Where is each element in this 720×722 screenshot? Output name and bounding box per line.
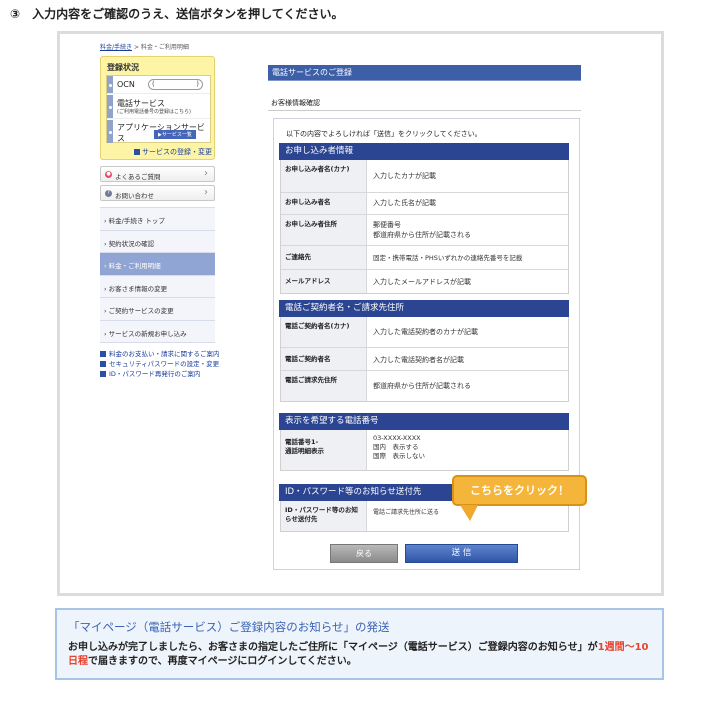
table-row: 電話ご契約者名(カナ) 入力した電話契約者のカナが記載 xyxy=(281,317,568,348)
send-button[interactable]: 送 信 xyxy=(405,544,518,563)
side-link-security-password[interactable]: セキュリティパスワードの設定・変更 xyxy=(100,360,220,369)
table-row: 電話ご契約者名 入力した電話契約者名が記載 xyxy=(281,348,568,371)
notice-box: 「マイページ（電話サービス）ご登録内容のお知らせ」の発送 お申し込みが完了しまし… xyxy=(55,608,664,680)
contact-button[interactable]: ? お問い合わせ › xyxy=(100,185,215,201)
service-register-link[interactable]: サービスの登録・変更 xyxy=(134,147,212,157)
phone-service-register-link[interactable]: (ご利用電話番号の登録はこちら) xyxy=(117,108,191,115)
nav-item-customer-info[interactable]: › お客さま情報の変更 xyxy=(100,275,215,298)
display-number-table: 電話番号1- 通話明細表示 03-XXXX-XXXX 国内 表示する 国際 表示し… xyxy=(280,430,569,471)
ocn-id-field: ( ) xyxy=(148,79,203,90)
nav-item-service-change[interactable]: › ご契約サービスの変更 xyxy=(100,298,215,321)
nav-item-contract-status[interactable]: › 契約状況の確認 xyxy=(100,230,215,253)
breadcrumb-separator: > xyxy=(133,44,139,51)
intro-text: 以下の内容でよろしければ「送信」をクリックしてください。 xyxy=(286,130,482,138)
section-subtitle: お客様情報確認 xyxy=(271,99,320,107)
side-links: 料金のお支払い・請求に関するご案内 セキュリティパスワードの設定・変更 ID・パ… xyxy=(100,350,220,380)
registration-status-title: 登録状況 xyxy=(107,63,139,72)
arrow-square-icon xyxy=(100,371,106,377)
applicant-table: お申し込み者名(カナ) 入力したカナが記載 お申し込み者名 入力した氏名が記載 お申… xyxy=(280,160,569,294)
chevron-right-icon: › xyxy=(204,187,208,198)
faq-button[interactable]: ● よくあるご質問 › xyxy=(100,166,215,182)
section-heading-applicant: お申し込み者情報 xyxy=(279,143,569,160)
question-icon: ? xyxy=(105,190,112,197)
registration-status-box: 登録状況 OCN ( ) 電話サービス (ご利用電話番号の登録はこちら) アプリ… xyxy=(100,56,215,160)
faq-icon: ● xyxy=(105,171,112,178)
table-row: お申し込み者名(カナ) 入力したカナが記載 xyxy=(281,160,568,193)
nav-item-billing[interactable]: › 料金・ご利用明細 xyxy=(100,253,215,276)
contract-table: 電話ご契約者名(カナ) 入力した電話契約者のカナが記載 電話ご契約者名 入力した電話… xyxy=(280,317,569,402)
registration-row-phone[interactable]: 電話サービス (ご利用電話番号の登録はこちら) xyxy=(107,95,210,119)
chevron-right-icon: › xyxy=(204,168,208,179)
side-link-payment[interactable]: 料金のお支払い・請求に関するご案内 xyxy=(100,350,220,359)
breadcrumb-current: 料金・ご利用明細 xyxy=(140,44,189,51)
click-here-callout: こちらをクリック！ xyxy=(452,475,587,506)
arrow-square-icon xyxy=(100,351,106,357)
side-link-id-reissue[interactable]: ID・パスワード再発行のご案内 xyxy=(100,370,220,379)
notice-title: 「マイページ（電話サービス）ご登録内容のお知らせ」の発送 xyxy=(68,620,390,634)
callout-pointer xyxy=(460,505,478,521)
notice-body: お申し込みが完了しましたら、お客さまの指定したご住所に「マイページ（電話サービス… xyxy=(68,642,649,667)
registration-list: OCN ( ) 電話サービス (ご利用電話番号の登録はこちら) アプリケーション… xyxy=(106,75,211,143)
table-row: ご連絡先 固定・携帯電話・PHSいずれかの連絡先番号を記載 xyxy=(281,246,568,270)
divider xyxy=(268,110,581,111)
table-row: お申し込み者名 入力した氏名が記載 xyxy=(281,193,568,215)
registration-row-ocn[interactable]: OCN ( ) xyxy=(107,76,210,94)
nav-item-new-service[interactable]: › サービスの新規お申し込み xyxy=(100,320,215,343)
nav-item-top[interactable]: › 料金/手続き トップ xyxy=(100,208,215,231)
back-button[interactable]: 戻る xyxy=(330,544,398,563)
section-heading-display-number: 表示を希望する電話番号 xyxy=(279,413,569,430)
arrow-square-icon xyxy=(134,149,140,155)
step-title: ③ 入力内容をご確認のうえ、送信ボタンを押してください。 xyxy=(10,7,344,21)
table-row: 電話番号1- 通話明細表示 03-XXXX-XXXX 国内 表示する 国際 表示し… xyxy=(281,430,568,470)
table-row: メールアドレス 入力したメールアドレスが記載 xyxy=(281,270,568,293)
section-heading-contract: 電話ご契約者名・ご請求先住所 xyxy=(279,300,569,317)
breadcrumb-home-link[interactable]: 料金/手続き xyxy=(100,44,132,51)
divider xyxy=(268,80,581,81)
arrow-square-icon xyxy=(100,361,106,367)
ocn-label: OCN xyxy=(117,80,135,89)
side-nav: › 料金/手続き トップ › 契約状況の確認 › 料金・ご利用明細 › お客さま… xyxy=(100,207,215,343)
registration-row-app[interactable]: アプリケーションサービス ▶サービス一覧 xyxy=(107,120,210,143)
table-row: 電話ご請求先住所 都道府県から住所が記載される xyxy=(281,371,568,401)
breadcrumb: 料金/手続き > 料金・ご利用明細 xyxy=(100,42,189,51)
service-list-badge[interactable]: ▶サービス一覧 xyxy=(154,130,196,139)
page-title: 電話サービスのご登録 xyxy=(268,65,581,80)
table-row: お申し込み者住所 郵便番号 都道府県から住所が記載される xyxy=(281,215,568,246)
